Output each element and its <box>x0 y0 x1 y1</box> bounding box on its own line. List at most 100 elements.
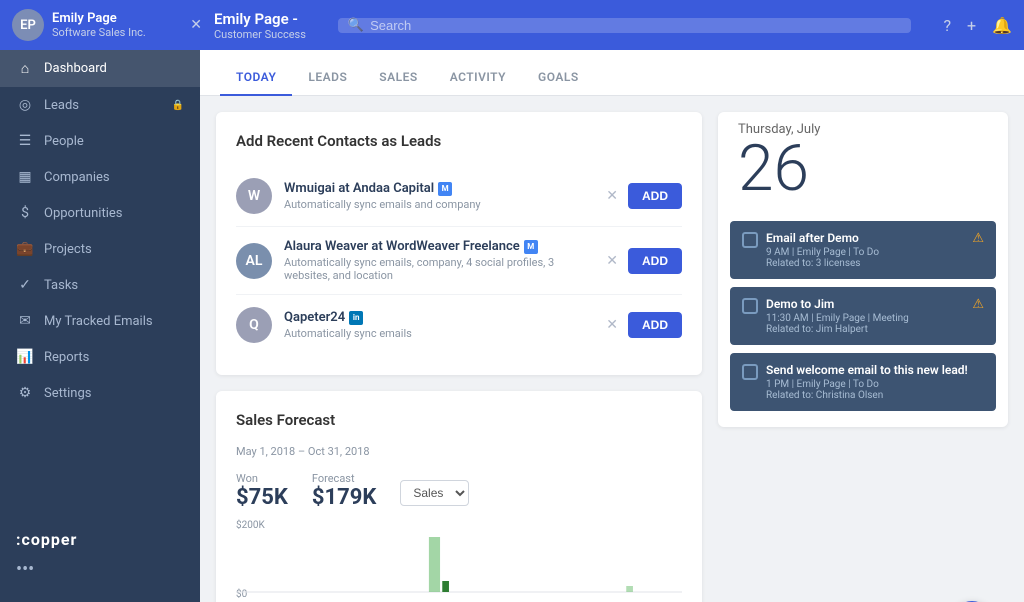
sidebar: ⌂ Dashboard ◎ Leads 🔒 ☰ People ▦ Compani… <box>0 50 200 602</box>
user-company: Software Sales Inc. <box>52 26 182 39</box>
add-lead-3-button[interactable]: ADD <box>628 312 682 338</box>
lead-desc-2: Automatically sync emails, company, 4 so… <box>284 256 594 282</box>
won-label: Won <box>236 472 288 485</box>
add-lead-1-button[interactable]: ADD <box>628 183 682 209</box>
sidebar-item-tracked-emails[interactable]: ✉ My Tracked Emails <box>0 303 200 339</box>
cal-time-3: 1 PM | Emily Page | To Do <box>766 379 984 390</box>
lead-info-1: Wmuigai at Andaa Capital M Automatically… <box>284 181 594 211</box>
lead-name-2: Alaura Weaver at WordWeaver Freelance M <box>284 239 594 254</box>
tab-leads[interactable]: LEADS <box>292 58 363 96</box>
won-group: Won $75K <box>236 472 288 510</box>
help-icon[interactable]: ? <box>943 16 951 35</box>
cal-content-2: Demo to Jim 11:30 AM | Emily Page | Meet… <box>766 297 964 335</box>
warning-icon-1: ⚠ <box>972 231 984 246</box>
left-column: Add Recent Contacts as Leads W Wmuigai a… <box>216 112 702 602</box>
sidebar-label-opportunities: Opportunities <box>44 206 184 221</box>
sidebar-icon-dashboard: ⌂ <box>16 60 34 77</box>
lead-info-3: Qapeter24 in Automatically sync emails <box>284 310 594 340</box>
search-icon: 🔍 <box>348 18 364 33</box>
forecast-title: Sales Forecast <box>236 411 682 429</box>
sidebar-item-leads[interactable]: ◎ Leads 🔒 <box>0 87 200 123</box>
sidebar-item-people[interactable]: ☰ People <box>0 123 200 159</box>
sidebar-label-projects: Projects <box>44 242 184 257</box>
won-value: $75K <box>236 485 288 510</box>
calendar-item-1: Email after Demo 9 AM | Emily Page | To … <box>730 221 996 279</box>
cal-checkbox-3[interactable] <box>742 364 758 380</box>
close-icon[interactable]: ✕ <box>190 17 202 33</box>
leads-card: Add Recent Contacts as Leads W Wmuigai a… <box>216 112 702 375</box>
cal-related-1: Related to: 3 licenses <box>766 258 964 269</box>
sidebar-item-tasks[interactable]: ✓ Tasks <box>0 267 200 303</box>
copper-logo: :copper <box>0 520 200 559</box>
sidebar-icon-projects: 💼 <box>16 241 34 257</box>
forecast-label: Forecast <box>312 472 376 485</box>
warning-icon-2: ⚠ <box>972 297 984 312</box>
forecast-dropdown[interactable]: Sales <box>400 480 469 506</box>
header-title-area: Emily Page - Customer Success <box>214 10 306 41</box>
header-page-title: Emily Page - <box>214 10 306 28</box>
notification-icon[interactable]: 🔔 <box>992 16 1012 35</box>
lead-actions-2: ✕ ADD <box>606 248 682 274</box>
sidebar-label-reports: Reports <box>44 350 184 365</box>
sidebar-bottom: :copper ••• <box>0 520 200 590</box>
cal-checkbox-2[interactable] <box>742 298 758 314</box>
linkedin-icon: in <box>349 311 363 325</box>
right-column: Thursday, July 26 Email after Demo 9 AM … <box>718 112 1008 602</box>
cal-checkbox-1[interactable] <box>742 232 758 248</box>
leads-card-title: Add Recent Contacts as Leads <box>236 132 682 150</box>
tab-activity[interactable]: ACTIVITY <box>434 58 522 96</box>
sidebar-item-reports[interactable]: 📊 Reports <box>0 339 200 375</box>
sidebar-label-leads: Leads <box>44 98 162 113</box>
forecast-date-range: May 1, 2018 – Oct 31, 2018 <box>236 445 682 458</box>
lead-avatar-1: W <box>236 178 272 214</box>
main-layout: ⌂ Dashboard ◎ Leads 🔒 ☰ People ▦ Compani… <box>0 50 1024 602</box>
lead-desc-3: Automatically sync emails <box>284 327 594 340</box>
forecast-group: Forecast $179K <box>312 472 376 510</box>
calendar-items: Email after Demo 9 AM | Emily Page | To … <box>718 221 1008 427</box>
date-display: Thursday, July 26 <box>718 112 1008 221</box>
sidebar-icon-people: ☰ <box>16 133 34 149</box>
add-icon[interactable]: + <box>967 16 976 35</box>
tabs-bar: TODAYLEADSSALESACTIVITYGOALS <box>200 50 1024 96</box>
calendar-card: Thursday, July 26 Email after Demo 9 AM … <box>718 112 1008 427</box>
header-actions: ? + 🔔 <box>943 16 1012 35</box>
date-number: 26 <box>738 137 988 201</box>
lead-name-1: Wmuigai at Andaa Capital M <box>284 181 594 196</box>
dismiss-lead-1-icon[interactable]: ✕ <box>606 188 618 204</box>
header-page-subtitle: Customer Success <box>214 28 306 41</box>
sidebar-item-opportunities[interactable]: $ Opportunities <box>0 195 200 231</box>
lead-desc-1: Automatically sync emails and company <box>284 198 594 211</box>
email-icon: M <box>524 240 538 254</box>
sales-forecast-card: Sales Forecast May 1, 2018 – Oct 31, 201… <box>216 391 702 602</box>
dismiss-lead-2-icon[interactable]: ✕ <box>606 253 618 269</box>
cal-title-3: Send welcome email to this new lead! <box>766 363 984 377</box>
sidebar-icon-reports: 📊 <box>16 349 34 365</box>
forecast-numbers: Won $75K Forecast $179K Sales <box>236 472 682 510</box>
more-options-icon[interactable]: ••• <box>0 559 200 590</box>
cal-time-1: 9 AM | Emily Page | To Do <box>766 247 964 258</box>
search-input[interactable] <box>370 18 901 33</box>
user-name: Emily Page <box>52 11 182 27</box>
tab-goals[interactable]: GOALS <box>522 58 595 96</box>
add-lead-2-button[interactable]: ADD <box>628 248 682 274</box>
sidebar-item-settings[interactable]: ⚙ Settings <box>0 375 200 411</box>
lead-item-3: Q Qapeter24 in Automatically sync emails… <box>236 295 682 355</box>
sidebar-label-people: People <box>44 134 184 149</box>
sidebar-item-dashboard[interactable]: ⌂ Dashboard <box>0 50 200 87</box>
sidebar-item-projects[interactable]: 💼 Projects <box>0 231 200 267</box>
tab-sales[interactable]: SALES <box>363 58 433 96</box>
sidebar-icon-tasks: ✓ <box>16 277 34 293</box>
calendar-item-3: Send welcome email to this new lead! 1 P… <box>730 353 996 411</box>
tab-today[interactable]: TODAY <box>220 58 292 96</box>
search-bar[interactable]: 🔍 <box>338 18 912 33</box>
lead-info-2: Alaura Weaver at WordWeaver Freelance M … <box>284 239 594 282</box>
dismiss-lead-3-icon[interactable]: ✕ <box>606 317 618 333</box>
sidebar-label-companies: Companies <box>44 170 184 185</box>
sidebar-label-tracked-emails: My Tracked Emails <box>44 314 184 329</box>
sidebar-icon-settings: ⚙ <box>16 385 34 401</box>
lead-item-2: AL Alaura Weaver at WordWeaver Freelance… <box>236 227 682 295</box>
lead-item-1: W Wmuigai at Andaa Capital M Automatical… <box>236 166 682 227</box>
sidebar-item-companies[interactable]: ▦ Companies <box>0 159 200 195</box>
cal-content-3: Send welcome email to this new lead! 1 P… <box>766 363 984 401</box>
lead-avatar-3: Q <box>236 307 272 343</box>
